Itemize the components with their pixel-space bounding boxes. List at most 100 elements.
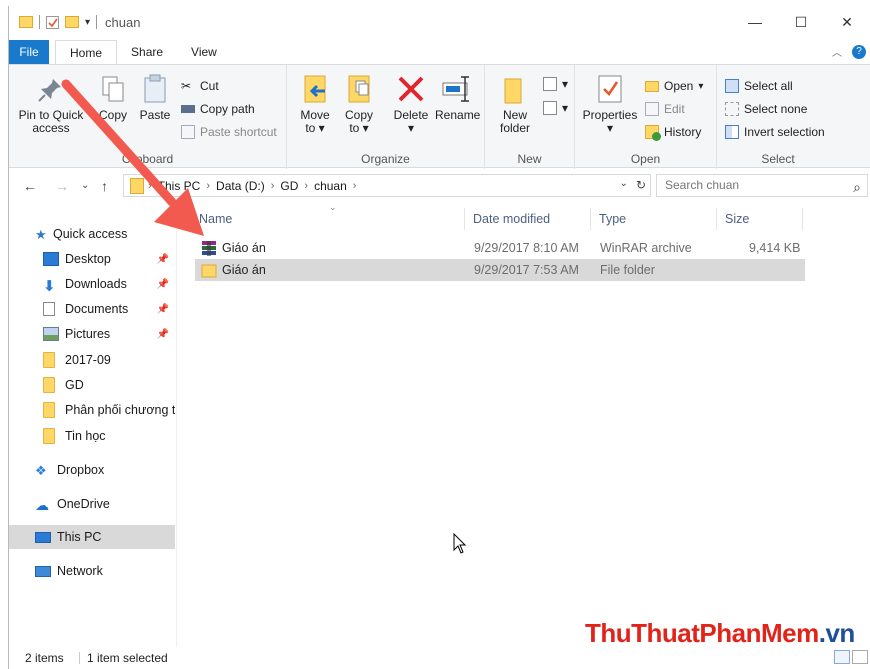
nav-pictures-label: Pictures <box>65 327 111 341</box>
nav-onedrive[interactable]: ☁ OneDrive <box>9 492 175 516</box>
breadcrumb-this-pc[interactable]: This PC <box>158 179 201 193</box>
selection-count: 1 item selected <box>87 651 168 665</box>
file-date: 9/29/2017 7:53 AM <box>474 263 579 277</box>
file-row[interactable]: Giáo án 9/29/2017 8:10 AM WinRAR archive… <box>195 237 805 259</box>
file-size: 9,414 KB <box>749 241 801 255</box>
tab-file[interactable]: File <box>9 40 49 65</box>
nav-desktop-label: Desktop <box>65 252 111 266</box>
tab-view[interactable]: View <box>177 40 231 65</box>
breadcrumb-gd[interactable]: GD <box>280 179 298 193</box>
nav-dropbox[interactable]: ❖ Dropbox <box>9 458 175 482</box>
title-bar: ▾ chuan — ☐ ✕ <box>9 6 870 38</box>
computer-icon <box>35 531 51 543</box>
breadcrumb-data-d[interactable]: Data (D:) <box>216 179 265 193</box>
watermark-part3: .vn <box>818 618 856 648</box>
nav-documents[interactable]: Documents 📌 <box>9 297 175 321</box>
nav-quick-access[interactable]: ★ Quick access <box>9 222 175 246</box>
large-icons-view-icon[interactable] <box>852 650 868 664</box>
item-count: 2 items <box>25 651 64 665</box>
search-box[interactable]: Search chuan ⌕ <box>656 174 868 197</box>
nav-folder-label: GD <box>65 378 84 392</box>
history-label: History <box>664 125 702 139</box>
column-header-type[interactable]: Type <box>591 208 717 230</box>
address-bar[interactable]: › This PC › Data (D:) › GD › chuan › ⌄ ↻ <box>123 174 651 197</box>
invert-selection-icon <box>725 125 739 139</box>
open-button[interactable]: Open ▾ <box>645 79 703 93</box>
column-header-size[interactable]: Size <box>717 208 803 230</box>
nav-desktop[interactable]: Desktop 📌 <box>9 247 175 271</box>
nav-pictures[interactable]: Pictures 📌 <box>9 322 175 346</box>
recent-locations-icon[interactable]: ⌄ <box>81 180 89 191</box>
select-all-button[interactable]: Select all <box>725 79 793 93</box>
refresh-icon[interactable]: ↻ <box>636 178 646 192</box>
customize-dropdown-icon[interactable]: ▾ <box>85 17 90 28</box>
copy-to-button[interactable]: Copy to ▾ <box>339 73 379 135</box>
nav-folder-phan-phoi[interactable]: Phân phối chương t <box>9 398 175 422</box>
cut-button[interactable]: ✂ Cut <box>181 79 219 93</box>
pin-icon[interactable]: 📌 <box>157 254 169 265</box>
tab-share[interactable]: Share <box>117 40 177 65</box>
easy-access-button[interactable]: ▾ <box>543 101 568 115</box>
delete-dropdown-icon: ▾ <box>407 121 415 135</box>
folder-icon <box>43 428 55 444</box>
select-none-button[interactable]: Select none <box>725 102 807 116</box>
copy-button[interactable]: Copy <box>93 73 133 122</box>
chevron-right-icon: › <box>352 179 357 192</box>
back-arrow-icon[interactable]: ← <box>23 178 37 194</box>
properties-button[interactable]: Properties ▾ <box>579 73 641 135</box>
copy-path-button[interactable]: Copy path <box>181 102 255 116</box>
new-item-button[interactable]: ▾ <box>543 77 568 91</box>
chevron-right-icon: › <box>304 179 309 192</box>
up-arrow-icon[interactable]: ↑ <box>101 178 108 194</box>
paste-button[interactable]: Paste <box>135 73 175 122</box>
nav-folder-2017-09[interactable]: 2017-09 <box>9 348 175 372</box>
dropdown-icon: ▾ <box>562 77 569 91</box>
pin-icon[interactable]: 📌 <box>157 279 169 290</box>
select-all-icon <box>725 79 739 93</box>
search-icon[interactable]: ⌕ <box>853 177 861 198</box>
column-header-date[interactable]: Date modified <box>465 208 591 230</box>
new-group: New folder ▾ ▾ New <box>485 65 575 169</box>
history-icon <box>645 125 661 141</box>
new-folder-qat-icon[interactable] <box>65 16 79 28</box>
copy-icon <box>97 73 129 105</box>
ribbon-tabs: File Home Share View ︿ ? <box>9 40 870 65</box>
paste-shortcut-button[interactable]: Paste shortcut <box>181 125 277 139</box>
help-icon[interactable]: ? <box>852 44 866 59</box>
pin-quick-access-button[interactable]: Pin to Quick access <box>15 73 87 135</box>
address-dropdown-icon[interactable]: ⌄ <box>620 178 628 192</box>
nav-folder-tin-hoc[interactable]: Tin học <box>9 424 175 448</box>
pin-icon[interactable]: 📌 <box>157 329 169 340</box>
nav-network[interactable]: Network <box>9 559 175 583</box>
close-button[interactable]: ✕ <box>824 6 870 38</box>
nav-this-pc[interactable]: This PC <box>9 525 175 549</box>
onedrive-cloud-icon: ☁ <box>35 497 49 513</box>
view-toggle-buttons <box>834 650 868 664</box>
delete-button[interactable]: Delete ▾ <box>391 73 431 135</box>
folder-icon <box>43 402 55 418</box>
select-none-label: Select none <box>744 102 808 116</box>
details-view-icon[interactable] <box>834 650 850 664</box>
collapse-ribbon-icon[interactable]: ︿ <box>832 44 842 59</box>
column-header-name[interactable]: Name <box>191 208 465 230</box>
rename-button[interactable]: Rename <box>435 73 481 122</box>
rename-label: Rename <box>435 108 481 122</box>
breadcrumb-chuan[interactable]: chuan <box>314 179 347 193</box>
history-button[interactable]: History <box>645 125 702 141</box>
paste-label: Paste <box>139 108 171 122</box>
nav-folder-gd[interactable]: GD <box>9 373 175 397</box>
properties-check-icon[interactable] <box>46 15 59 29</box>
maximize-button[interactable]: ☐ <box>778 6 824 38</box>
invert-selection-button[interactable]: Invert selection <box>725 125 825 139</box>
search-placeholder: Search chuan <box>665 178 740 192</box>
move-to-button[interactable]: Move to ▾ <box>295 73 335 135</box>
new-folder-button[interactable]: New folder <box>493 73 537 135</box>
tab-home[interactable]: Home <box>55 40 118 65</box>
edit-button[interactable]: Edit <box>645 102 685 116</box>
invert-selection-label: Invert selection <box>744 125 825 139</box>
forward-arrow-icon[interactable]: → <box>55 178 69 194</box>
nav-downloads[interactable]: ⬇ Downloads 📌 <box>9 272 175 296</box>
minimize-button[interactable]: — <box>732 6 778 38</box>
file-row[interactable]: Giáo án 9/29/2017 7:53 AM File folder <box>195 259 805 281</box>
pin-icon[interactable]: 📌 <box>157 304 169 315</box>
